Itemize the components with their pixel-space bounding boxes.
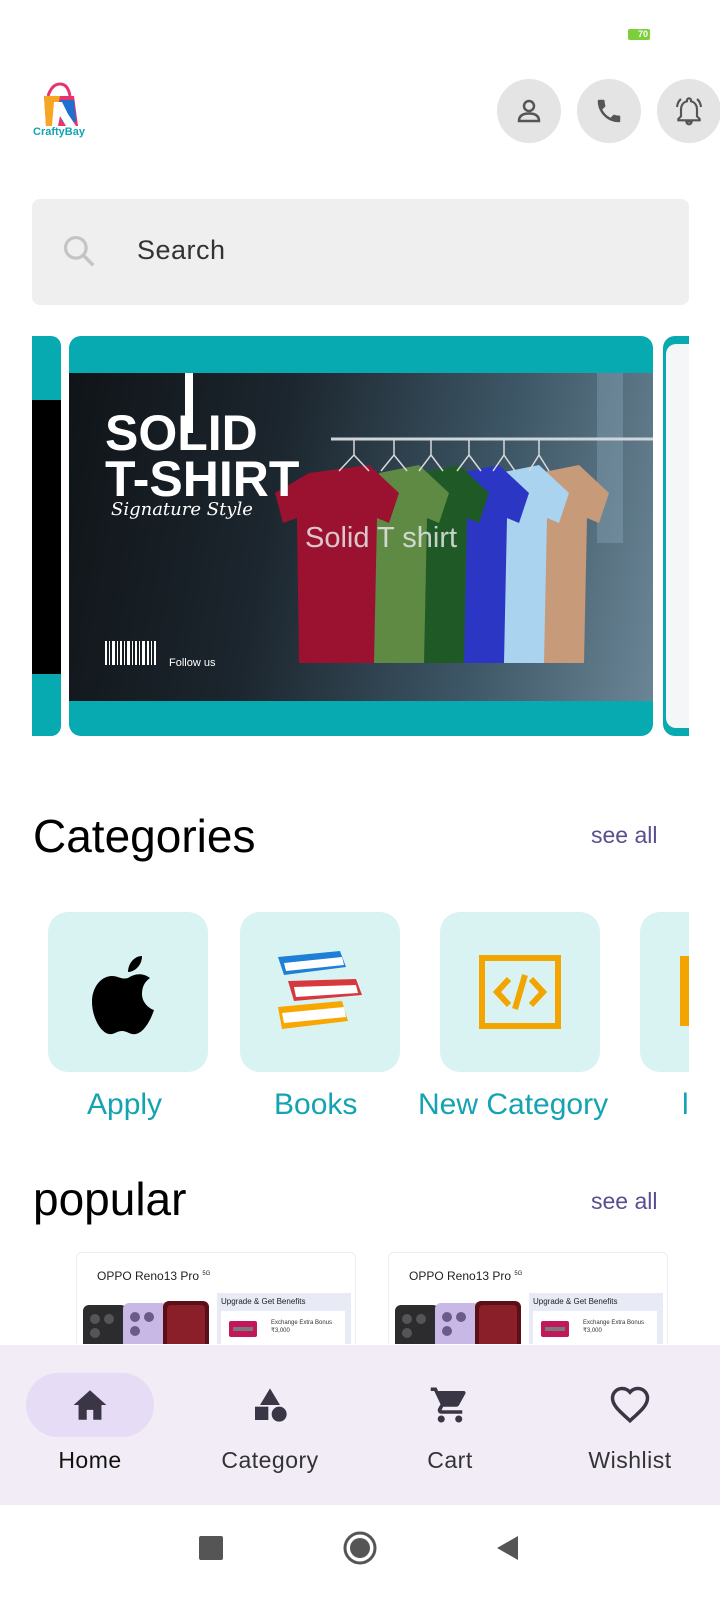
search-bar[interactable]: Search [32, 199, 689, 305]
product-promo: Upgrade & Get Benefits Exchange Extra Bo… [217, 1293, 351, 1344]
phones-image [395, 1301, 521, 1344]
battery-indicator: 70 [628, 29, 650, 40]
phones-image [83, 1301, 209, 1344]
promo-title: Upgrade & Get Benefits [221, 1297, 306, 1306]
nav-label: Wishlist [588, 1447, 672, 1473]
promo-title: Upgrade & Get Benefits [533, 1297, 618, 1306]
slide-caption: Solid T shirt [305, 522, 458, 554]
nav-item-home[interactable]: Home [0, 1345, 180, 1505]
nav-item-wishlist[interactable]: Wishlist [540, 1345, 720, 1505]
home-button[interactable] [343, 1531, 377, 1565]
product-card[interactable]: OPPO Reno13 Pro 5G Upgrade & Get Benefit… [76, 1252, 356, 1344]
promo-text: Exchange Extra Bonus ₹3,000 [271, 1320, 333, 1334]
popular-see-all-link[interactable]: see all [591, 1188, 657, 1215]
status-bar: 70 [0, 0, 720, 60]
popular-products-list: OPPO Reno13 Pro 5G Upgrade & Get Benefit… [32, 1252, 689, 1344]
product-title: OPPO Reno13 Pro 5G [409, 1269, 523, 1283]
product-badge: 5G [514, 1271, 523, 1277]
call-button[interactable] [577, 79, 641, 143]
shopping-bag-logo-icon [44, 82, 78, 126]
logo-text: CraftyBay [33, 126, 85, 138]
banner-headline-2: T-SHIRT [105, 451, 300, 507]
nav-label: Category [221, 1447, 319, 1473]
home-icon [62, 1383, 118, 1427]
carousel-slide-next[interactable] [663, 336, 689, 736]
bottom-navigation: Home Category Cart Wishlist [0, 1345, 720, 1505]
phone-icon [597, 99, 621, 123]
category-label: Books [274, 1088, 358, 1121]
books-icon [278, 951, 362, 1029]
partial-icon [680, 956, 689, 1026]
nav-label: Home [58, 1447, 122, 1473]
popular-title: popular [33, 1173, 187, 1225]
carousel-slide-current[interactable]: SOLID T-SHIRT Signature Style Follow us … [69, 336, 653, 736]
card-icon [229, 1321, 257, 1337]
banner-script: Signature Style [111, 499, 253, 520]
category-tile[interactable] [640, 912, 689, 1072]
category-icon [242, 1383, 298, 1427]
barcode-graphic [105, 641, 156, 665]
categories-title: Categories [33, 810, 256, 862]
person-icon [517, 99, 541, 123]
promo-text: Exchange Extra Bonus ₹3,000 [583, 1320, 645, 1334]
recents-button[interactable] [199, 1536, 223, 1560]
category-label: l [682, 1088, 689, 1121]
categories-see-all-link[interactable]: see all [591, 822, 657, 849]
banner-headline-1: SOLID [105, 405, 258, 461]
tshirt-group [275, 465, 609, 663]
product-badge: 5G [202, 1271, 211, 1277]
carousel-slide-previous[interactable] [32, 336, 61, 736]
product-title: OPPO Reno13 Pro 5G [97, 1269, 211, 1283]
bell-icon [675, 97, 703, 126]
code-icon [479, 955, 561, 1029]
search-input[interactable]: Search [137, 235, 226, 266]
category-label: Apply [87, 1088, 163, 1121]
categories-list: Apply Books New Category l [32, 912, 689, 1122]
battery-level: 70 [637, 29, 648, 39]
cart-icon [422, 1383, 478, 1427]
nav-item-category[interactable]: Category [180, 1345, 360, 1505]
back-button[interactable] [497, 1536, 518, 1560]
banner-carousel[interactable]: SOLID T-SHIRT Signature Style Follow us … [32, 336, 689, 736]
heart-icon [602, 1383, 658, 1427]
apple-icon [92, 956, 154, 1035]
profile-button[interactable] [497, 79, 561, 143]
nav-label: Cart [427, 1447, 473, 1473]
search-icon [63, 235, 95, 267]
notifications-button[interactable] [657, 79, 720, 143]
card-icon [541, 1321, 569, 1337]
category-tile[interactable] [240, 912, 400, 1072]
system-navigation-bar [0, 1505, 720, 1600]
nav-item-cart[interactable]: Cart [360, 1345, 540, 1505]
banner-follow: Follow us [169, 657, 216, 669]
category-tile[interactable] [440, 912, 600, 1072]
category-label: New Category [418, 1088, 609, 1121]
product-card[interactable]: OPPO Reno13 Pro 5G Upgrade & Get Benefit… [388, 1252, 668, 1344]
category-tile[interactable] [48, 912, 208, 1072]
product-promo: Upgrade & Get Benefits Exchange Extra Bo… [529, 1293, 663, 1344]
